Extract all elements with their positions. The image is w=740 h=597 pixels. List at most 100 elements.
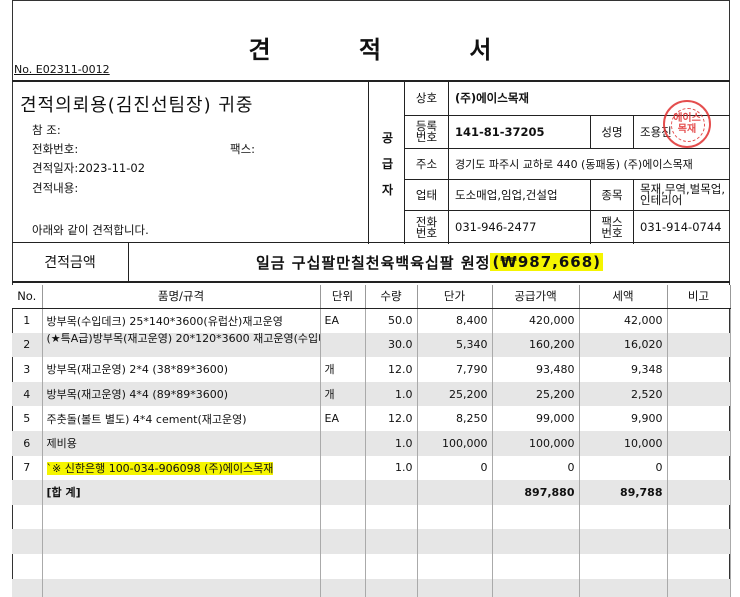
ref-label: 참 조: (32, 123, 61, 137)
supplier-side-label: 공 급 자 (368, 82, 405, 244)
type-value: 목재,무역,벌목업,인테리어 (640, 182, 726, 207)
company-label: 상호 (405, 82, 449, 115)
row-name: 방부목(재고운영) 4*4 (89*89*3600) (42, 381, 321, 407)
document-number: No. E02311-0012 (14, 63, 110, 76)
col-header-price: 단가 (417, 285, 493, 309)
row-price: 8,400 (417, 308, 493, 333)
row-name: (★특A급)방부목(재고운영) 20*120*3600 재고운영(수입데크) (42, 332, 321, 358)
col-header-supply: 공급가액 (492, 285, 580, 309)
table-row: 7 `※ 신한은행 100-034-906098 (주)에이스목재 1.0 0 … (12, 455, 731, 481)
row-qty: 1.0 (365, 430, 418, 456)
supplier-phone-value: 031-946-2477 (455, 220, 537, 234)
row-supply: 93,480 (492, 357, 580, 382)
row-unit: EA (320, 406, 366, 431)
col-header-qty: 수량 (365, 285, 418, 309)
amount-korean-text: 일금 구십팔만칠천육백육십팔 원정 (255, 253, 491, 272)
table-row: 2 (★특A급)방부목(재고운영) 20*120*3600 재고운영(수입데크)… (12, 332, 731, 358)
col-header-name: 품명/규격 (42, 285, 321, 309)
type-label: 종목 (590, 180, 634, 210)
row-name: 방부목(수입데크) 25*140*3600(유럽산)재고운영 (42, 308, 321, 333)
row-note (667, 357, 731, 382)
table-row: 3 방부목(재고운영) 2*4 (38*89*3600) 개 12.0 7,79… (12, 357, 731, 382)
row-note (667, 308, 731, 333)
table-row: 5 주춧돌(볼트 별도) 4*4 cement(재고운영) EA 12.0 8,… (12, 406, 731, 431)
supplier-side-char: 급 (381, 157, 394, 171)
row-tax: 9,348 (579, 357, 668, 382)
supplier-business-row: 업태 도소매업,임업,건설업 종목 목재,무역,벌목업,인테리어 (405, 180, 730, 211)
supplier-side-char: 자 (381, 183, 394, 197)
row-tax: 42,000 (579, 308, 668, 333)
row-price: 0 (417, 455, 493, 481)
regno-value: 141-81-37205 (455, 124, 545, 139)
table-row: 1 방부목(수입데크) 25*140*3600(유럽산)재고운영 EA 50.0… (12, 308, 731, 333)
supplier-address-row: 주소 경기도 파주시 교하로 440 (동패동) (주)에이스목재 (405, 149, 730, 180)
row-name: 제비용 (42, 430, 321, 456)
row-qty: 1.0 (365, 455, 418, 481)
row-qty: 1.0 (365, 381, 418, 407)
business-value: 도소매업,임업,건설업 (455, 187, 558, 202)
fax-label: 팩스: (230, 142, 256, 156)
row-price: 7,790 (417, 357, 493, 382)
row-qty: 12.0 (365, 357, 418, 382)
row-no: 2 (12, 332, 43, 358)
empty-cell (667, 480, 731, 505)
row-tax: 0 (579, 455, 668, 481)
table-total-row: [합 계] 897,880 89,788 (12, 480, 731, 505)
table-row-empty (12, 578, 731, 597)
empty-cell (320, 480, 366, 505)
row-price: 25,200 (417, 381, 493, 407)
address-label: 주소 (405, 149, 449, 179)
total-label: [합 계] (42, 480, 321, 505)
col-header-tax: 세액 (579, 285, 668, 309)
row-no: 1 (12, 308, 43, 333)
supplier-phone-row: 전화 번호 031-946-2477 팩스 번호 031-914-0744 (405, 211, 730, 244)
total-tax: 89,788 (579, 480, 668, 505)
regno-label: 등록 번호 (405, 116, 449, 148)
row-supply: 25,200 (492, 381, 580, 407)
row-price: 8,250 (417, 406, 493, 431)
items-table: No. 품명/규격 단위 수량 단가 공급가액 세액 비고 1 방부목(수입데크… (12, 285, 731, 597)
phone-label: 전화번호: (32, 142, 79, 156)
quote-amount-label: 견적금액 (12, 243, 129, 281)
row-no: 7 (12, 455, 43, 481)
row-unit: EA (320, 308, 366, 333)
document-title: 견 적 서 (248, 36, 532, 64)
row-unit: 개 (320, 357, 366, 382)
row-supply: 420,000 (492, 308, 580, 333)
row-name: 방부목(재고운영) 2*4 (38*89*3600) (42, 357, 321, 382)
table-row-empty (12, 529, 731, 554)
amount-figure: (₩987,668) (490, 253, 604, 271)
row-no: 3 (12, 357, 43, 382)
supplier-fax-label: 팩스 번호 (590, 211, 634, 244)
row-note (667, 455, 731, 481)
row-note (667, 430, 731, 456)
quote-date: 견적일자:2023-11-02 (32, 161, 146, 175)
supplier-phone-label: 전화 번호 (405, 211, 449, 244)
row-qty: 50.0 (365, 308, 418, 333)
row-note (667, 381, 731, 407)
row-no: 4 (12, 381, 43, 407)
row-supply: 100,000 (492, 430, 580, 456)
table-row-empty (12, 553, 731, 579)
row-tax: 9,900 (579, 406, 668, 431)
header-section: 견적의뢰용(김진선팀장) 귀중 참 조: 전화번호: 팩스: 견적일자:2023… (12, 80, 730, 244)
recipient-name: 견적의뢰용(김진선팀장) 귀중 (20, 95, 254, 116)
table-header-row: No. 품명/규격 단위 수량 단가 공급가액 세액 비고 (12, 285, 731, 309)
row-no: 5 (12, 406, 43, 431)
col-header-no: No. (12, 285, 43, 309)
company-seal-stamp: 에이스 목재 (663, 100, 711, 148)
supplier-side-char: 공 (381, 131, 394, 145)
empty-cell (365, 480, 418, 505)
empty-cell (12, 480, 43, 505)
row-supply: 160,200 (492, 332, 580, 358)
address-value: 경기도 파주시 교하로 440 (동패동) (주)에이스목재 (455, 157, 693, 171)
row-unit: 개 (320, 381, 366, 407)
table-row: 6 제비용 1.0 100,000 100,000 10,000 (12, 430, 731, 456)
recipient-block: 견적의뢰용(김진선팀장) 귀중 참 조: 전화번호: 팩스: 견적일자:2023… (12, 82, 368, 244)
row-no: 6 (12, 430, 43, 456)
total-supply: 897,880 (492, 480, 580, 505)
row-qty: 12.0 (365, 406, 418, 431)
row-note (667, 406, 731, 431)
bank-account-text: `※ 신한은행 100-034-906098 (주)에이스목재 (46, 461, 274, 475)
content-label: 견적내용: (32, 181, 79, 195)
